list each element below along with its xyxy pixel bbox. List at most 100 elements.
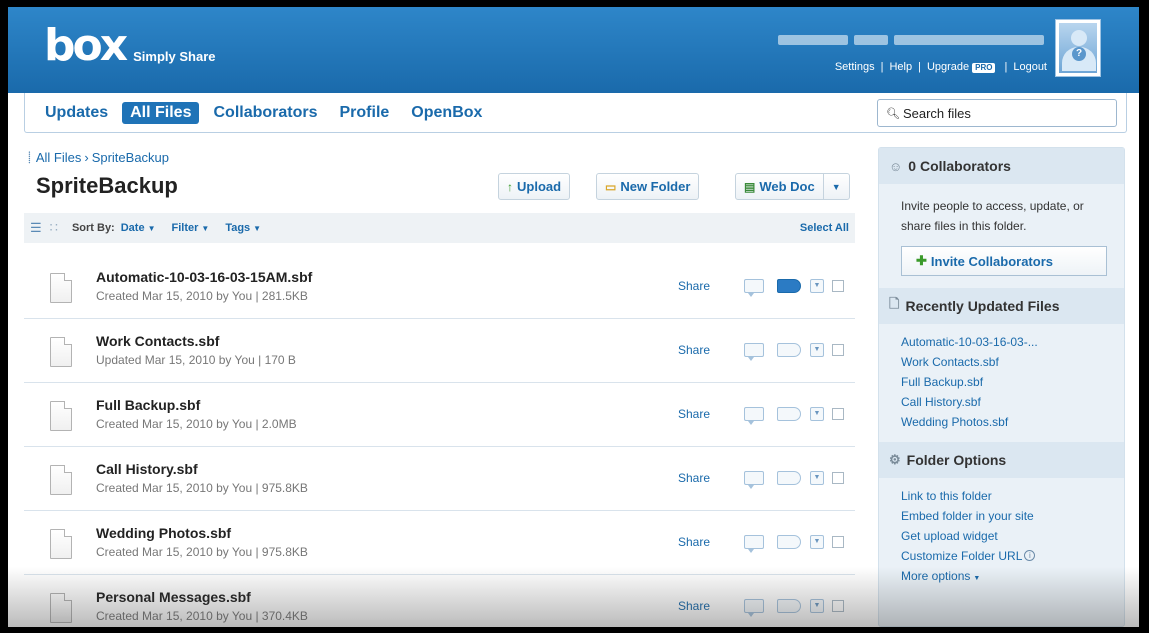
breadcrumb-current[interactable]: SpriteBackup [92, 150, 169, 165]
web-doc-button[interactable]: ▤ Web Doc ▼ [735, 173, 850, 200]
file-name[interactable]: Wedding Photos.sbf [96, 525, 231, 541]
tag-icon[interactable] [777, 343, 801, 357]
file-row[interactable]: Wedding Photos.sbf Created Mar 15, 2010 … [24, 511, 855, 575]
file-checkbox[interactable] [832, 280, 844, 292]
embed-folder-link[interactable]: Embed folder in your site [901, 506, 1124, 526]
folder-options-list: Link to this folder Embed folder in your… [879, 478, 1124, 599]
breadcrumb-separator: › [84, 150, 89, 165]
file-name[interactable]: Automatic-10-03-16-03-15AM.sbf [96, 269, 312, 285]
tab-openbox[interactable]: OpenBox [403, 102, 490, 124]
recent-file-link[interactable]: Work Contacts.sbf [901, 352, 1124, 372]
file-icon [50, 337, 72, 367]
share-link[interactable]: Share [678, 599, 710, 613]
caret-down-icon: ▼ [201, 224, 210, 233]
file-meta: Updated Mar 15, 2010 by You | 170 B [96, 353, 296, 367]
search-input[interactable]: 🔍︎ Search files [877, 99, 1117, 127]
share-link[interactable]: Share [678, 471, 710, 485]
web-doc-icon: ▤ [744, 179, 756, 194]
select-all-link[interactable]: Select All [800, 222, 849, 234]
logout-link[interactable]: Logout [1013, 61, 1047, 73]
info-icon[interactable]: i [1024, 550, 1036, 561]
comment-icon[interactable] [744, 407, 764, 425]
settings-link[interactable]: Settings [835, 61, 875, 73]
file-row[interactable]: Call History.sbf Created Mar 15, 2010 by… [24, 447, 855, 511]
tab-collaborators[interactable]: Collaborators [205, 102, 325, 124]
tag-icon[interactable] [777, 535, 801, 549]
file-menu-icon[interactable]: ▼ [810, 343, 824, 357]
share-link[interactable]: Share [678, 535, 710, 549]
share-link[interactable]: Share [678, 279, 710, 293]
file-name[interactable]: Work Contacts.sbf [96, 333, 219, 349]
search-icon: 🔍︎ [886, 107, 900, 120]
grid-view-icon[interactable]: ∷ [50, 220, 58, 236]
list-view-icon[interactable]: ☰ [30, 220, 42, 236]
tag-icon[interactable] [777, 279, 801, 293]
tag-icon[interactable] [777, 407, 801, 421]
file-icon [50, 593, 72, 623]
file-row[interactable]: Full Backup.sbf Created Mar 15, 2010 by … [24, 383, 855, 447]
file-name[interactable]: Full Backup.sbf [96, 397, 200, 413]
tab-all-files[interactable]: All Files [122, 102, 200, 124]
share-link[interactable]: Share [678, 407, 710, 421]
file-icon [50, 401, 72, 431]
breadcrumb-all-files[interactable]: All Files [36, 150, 82, 165]
file-checkbox[interactable] [832, 600, 844, 612]
comment-icon[interactable] [744, 535, 764, 553]
pro-badge: PRO [972, 63, 996, 73]
upload-widget-link[interactable]: Get upload widget [901, 526, 1124, 546]
file-checkbox[interactable] [832, 472, 844, 484]
recent-file-link[interactable]: Call History.sbf [901, 392, 1124, 412]
comment-icon[interactable] [744, 599, 764, 617]
file-name[interactable]: Call History.sbf [96, 461, 198, 477]
help-link[interactable]: Help [889, 61, 912, 73]
file-menu-icon[interactable]: ▼ [810, 471, 824, 485]
tag-icon[interactable] [777, 599, 801, 613]
recent-file-link[interactable]: Automatic-10-03-16-03-... [901, 332, 1124, 352]
recent-file-link[interactable]: Wedding Photos.sbf [901, 412, 1124, 432]
tab-updates[interactable]: Updates [37, 102, 116, 124]
file-row[interactable]: Automatic-10-03-16-03-15AM.sbf Created M… [24, 255, 855, 319]
chevron-down-icon[interactable]: ▼ [822, 174, 841, 199]
file-menu-icon[interactable]: ▼ [810, 279, 824, 293]
more-options-label: More options [901, 569, 971, 583]
link-to-folder[interactable]: Link to this folder [901, 486, 1124, 506]
comment-icon[interactable] [744, 343, 764, 361]
upload-button[interactable]: ↑ Upload [498, 173, 571, 200]
more-options-link[interactable]: More options ▼ [901, 566, 1124, 589]
file-row[interactable]: Personal Messages.sbf Created Mar 15, 20… [24, 575, 855, 627]
filter-dropdown[interactable]: Filter ▼ [171, 222, 209, 234]
page-title: SpriteBackup [36, 173, 178, 198]
folder-options-title: Folder Options [906, 452, 1007, 468]
tab-profile[interactable]: Profile [332, 102, 398, 124]
box-logo[interactable]: box [44, 21, 128, 71]
file-checkbox[interactable] [832, 408, 844, 420]
sort-date-dropdown[interactable]: Date ▼ [121, 222, 156, 234]
tag-icon[interactable] [777, 471, 801, 485]
sort-bar: ☰ ∷ Sort By: Date ▼ Filter ▼ Tags ▼ Select … [24, 213, 855, 243]
logo-area[interactable]: box Simply Share [44, 21, 215, 71]
file-menu-icon[interactable]: ▼ [810, 535, 824, 549]
file-menu-icon[interactable]: ▼ [810, 407, 824, 421]
file-menu-icon[interactable]: ▼ [810, 599, 824, 613]
main-nav: Updates All Files Collaborators Profile … [24, 93, 1127, 133]
avatar[interactable]: ? [1055, 19, 1101, 77]
file-row[interactable]: Work Contacts.sbf Updated Mar 15, 2010 b… [24, 319, 855, 383]
file-icon [50, 273, 72, 303]
collaborators-title: 0 Collaborators [908, 158, 1011, 174]
tags-dropdown[interactable]: Tags ▼ [225, 222, 261, 234]
comment-icon[interactable] [744, 471, 764, 489]
share-link[interactable]: Share [678, 343, 710, 357]
comment-icon[interactable] [744, 279, 764, 297]
tagline: Simply Share [133, 49, 216, 64]
user-question-icon: ? [1059, 23, 1097, 73]
filter-label: Filter [171, 222, 199, 234]
upload-arrow-icon: ↑ [507, 179, 513, 194]
new-folder-button[interactable]: ▭ New Folder [596, 173, 700, 200]
file-checkbox[interactable] [832, 344, 844, 356]
invite-collaborators-button[interactable]: ✚ Invite Collaborators [901, 246, 1107, 276]
file-name[interactable]: Personal Messages.sbf [96, 589, 251, 605]
file-checkbox[interactable] [832, 536, 844, 548]
recent-file-link[interactable]: Full Backup.sbf [901, 372, 1124, 392]
upgrade-link[interactable]: Upgrade PRO [927, 61, 999, 73]
customize-url-link[interactable]: Customize Folder URL i [901, 546, 1124, 566]
